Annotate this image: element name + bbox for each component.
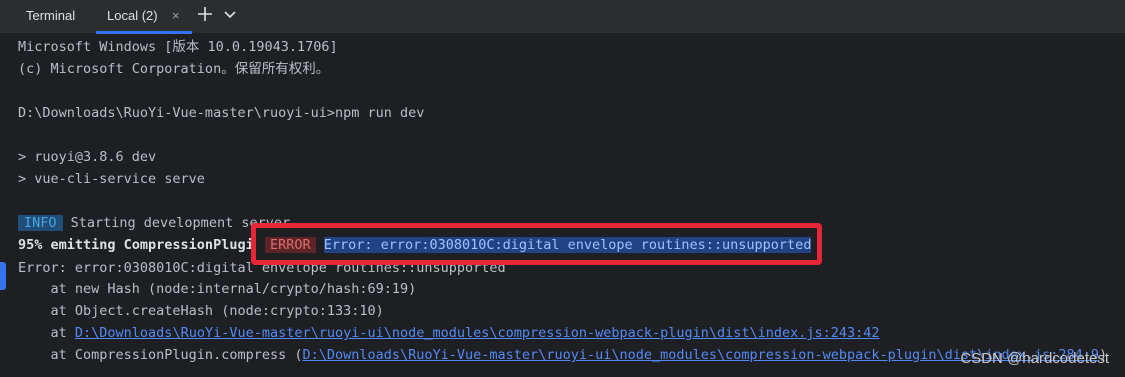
watermark: CSDN @hardcodetest: [960, 350, 1109, 367]
terminal-line-stack: at CompressionPlugin.compress (D:\Downlo…: [18, 345, 1108, 365]
terminal-tool-window-header: Terminal Local (2) ×: [0, 0, 1125, 34]
terminal-line: > ruoyi@3.8.6 dev: [18, 149, 157, 165]
terminal-line-emitting: 95% emitting CompressionPlugin: [18, 237, 262, 253]
terminal-output[interactable]: Microsoft Windows [版本 10.0.19043.1706] (…: [0, 34, 1125, 377]
error-badge: ERROR: [265, 237, 316, 253]
error-highlight-content: ERROR Error: error:0308010C:digital enve…: [265, 236, 812, 254]
plus-icon[interactable]: [196, 5, 214, 23]
selected-error-message[interactable]: Error: error:0308010C:digital envelope r…: [323, 237, 812, 253]
terminal-line: Microsoft Windows [版本 10.0.19043.1706]: [18, 39, 338, 55]
terminal-line: > vue-cli-service serve: [18, 171, 205, 187]
chevron-down-icon[interactable]: [222, 6, 238, 22]
tool-window-title: Terminal: [26, 8, 76, 23]
terminal-line-stack: at D:\Downloads\RuoYi-Vue-master\ruoyi-u…: [18, 323, 880, 343]
terminal-line: at Object.createHash (node:crypto:133:10…: [18, 303, 384, 319]
stack-prefix: at: [18, 325, 75, 341]
terminal-line: (c) Microsoft Corporation。保留所有权利。: [18, 61, 330, 77]
file-link[interactable]: D:\Downloads\RuoYi-Vue-master\ruoyi-ui\n…: [75, 325, 880, 341]
info-badge: INFO: [18, 215, 63, 231]
terminal-line: at new Hash (node:internal/crypto/hash:6…: [18, 281, 417, 297]
tab-local-2[interactable]: Local (2) ×: [96, 0, 192, 34]
gutter-active-marker: [0, 262, 6, 290]
close-icon[interactable]: ×: [172, 8, 180, 23]
stack-prefix: at CompressionPlugin.compress (: [18, 347, 303, 363]
tab-label: Local (2): [107, 8, 158, 23]
terminal-line: D:\Downloads\RuoYi-Vue-master\ruoyi-ui>n…: [18, 105, 425, 121]
